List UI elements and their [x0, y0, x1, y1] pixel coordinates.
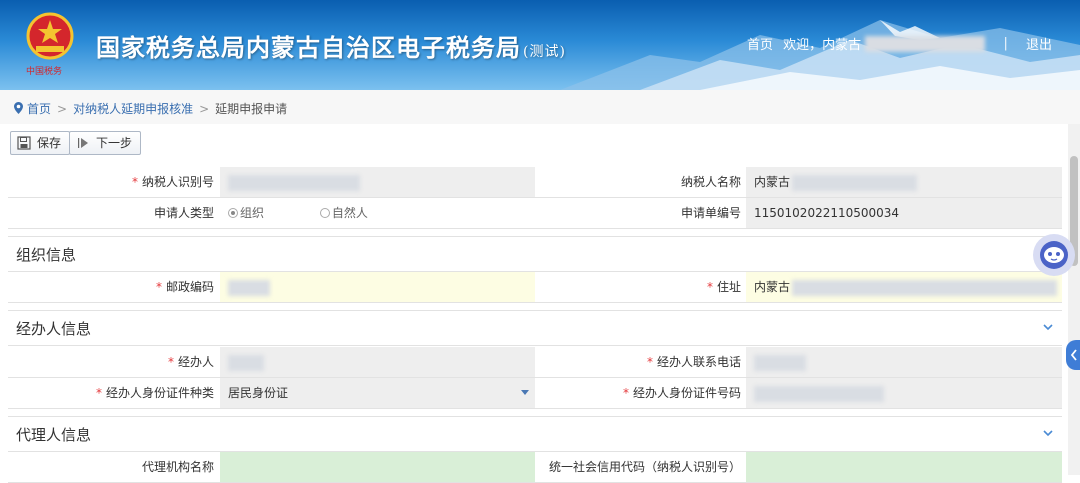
section-org-info: 组织信息: [8, 236, 1062, 272]
taxpayer-id-label: * 纳税人识别号: [8, 167, 214, 197]
handler-phone-field: [746, 347, 1062, 377]
tax-emblem-icon: 中国税务: [26, 12, 74, 77]
form-row-applicant: 申请人类型 组织 自然人 申请单编号 1150102022110500034: [8, 198, 1062, 229]
handler-id-type-select[interactable]: 居民身份证: [220, 378, 535, 408]
section-agent-info: 代理人信息: [8, 416, 1062, 452]
next-step-button[interactable]: 下一步: [69, 131, 142, 155]
logout-link[interactable]: 退出: [1026, 38, 1052, 53]
chevron-down-icon[interactable]: [1042, 427, 1054, 439]
section-handler-info: 经办人信息: [8, 310, 1062, 346]
location-pin-icon: [14, 102, 23, 114]
form-row-handler-id: * 经办人身份证件种类 居民身份证 * 经办人身份证件号码: [8, 378, 1062, 409]
handler-phone-label: * 经办人联系电话: [535, 347, 741, 377]
breadcrumb: 首页 > 对纳税人延期申报核准 > 延期申报申请: [0, 90, 1080, 125]
site-header: 中国税务 国家税务总局内蒙古自治区电子税务局 (测试) 首页 欢迎，内蒙古 | 退…: [0, 0, 1080, 90]
next-step-label: 下一步: [96, 136, 133, 150]
applicant-type-label: 申请人类型: [8, 198, 214, 228]
postcode-label: * 邮政编码: [8, 272, 214, 302]
applicant-type-radio-group: 组织 自然人: [220, 198, 535, 228]
section-agent-title: 代理人信息: [16, 426, 92, 444]
side-collapse-tab[interactable]: [1066, 340, 1080, 370]
username-blurred: [865, 35, 986, 52]
handler-name-field: [220, 347, 535, 377]
page-scrollbar[interactable]: [1068, 124, 1080, 475]
site-title-text: 国家税务总局内蒙古自治区电子税务局: [96, 33, 521, 62]
robot-assistant-button[interactable]: [1033, 234, 1075, 276]
section-handler-title: 经办人信息: [16, 320, 92, 338]
taxpayer-name-label: 纳税人名称: [535, 167, 741, 197]
agent-org-name-label: 代理机构名称: [8, 452, 214, 482]
nav-divider: |: [1003, 36, 1008, 51]
chevron-down-icon[interactable]: [1042, 321, 1054, 333]
application-no-label: 申请单编号: [535, 198, 741, 228]
agent-org-name-input[interactable]: [220, 452, 535, 482]
form-row-handler-name: * 经办人 * 经办人联系电话: [8, 347, 1062, 378]
agent-credit-code-label: 统一社会信用代码（纳税人识别号）: [535, 452, 741, 482]
postcode-input[interactable]: [220, 272, 535, 302]
save-button-label: 保存: [37, 136, 62, 150]
toolbar: 保存 下一步: [0, 124, 1068, 160]
handler-id-no-label: * 经办人身份证件号码: [535, 378, 741, 408]
save-icon: [17, 136, 31, 150]
welcome-text: 欢迎，内蒙古: [783, 38, 862, 53]
robot-assistant-icon: [1040, 241, 1068, 269]
breadcrumb-item-approval[interactable]: 对纳税人延期申报核准: [73, 102, 193, 116]
top-nav: 首页 欢迎，内蒙古 | 退出: [747, 34, 1052, 53]
form-row-agent: 代理机构名称 统一社会信用代码（纳税人识别号）: [8, 452, 1062, 483]
address-input[interactable]: 内蒙古: [746, 272, 1062, 302]
site-title-suffix: (测试): [523, 44, 566, 60]
form-row-org: * 邮政编码 * 住址 内蒙古: [8, 272, 1062, 303]
taxpayer-name-field: 内蒙古: [746, 167, 1062, 197]
breadcrumb-current: 延期申报申请: [215, 102, 288, 116]
svg-text:中国税务: 中国税务: [26, 65, 62, 77]
handler-id-no-field: [746, 378, 1062, 408]
dropdown-arrow-icon: [521, 390, 529, 395]
handler-name-label: * 经办人: [8, 347, 214, 377]
handler-id-type-label: * 经办人身份证件种类: [8, 378, 214, 408]
site-title: 国家税务总局内蒙古自治区电子税务局 (测试): [96, 28, 566, 63]
breadcrumb-separator: >: [57, 102, 68, 116]
address-label: * 住址: [535, 272, 741, 302]
section-org-title: 组织信息: [16, 246, 77, 264]
next-icon: [78, 138, 88, 148]
agent-credit-code-input[interactable]: [746, 452, 1062, 482]
application-no-field: 1150102022110500034: [746, 198, 1062, 228]
applicant-type-person-radio[interactable]: 自然人: [319, 206, 368, 220]
chevron-left-icon: [1070, 349, 1077, 361]
breadcrumb-separator: >: [199, 102, 210, 116]
applicant-type-org-radio[interactable]: 组织: [228, 206, 264, 220]
nav-home-link[interactable]: 首页: [747, 38, 773, 53]
save-button[interactable]: 保存: [10, 131, 71, 155]
form-row-taxpayer: * 纳税人识别号 纳税人名称 内蒙古: [8, 167, 1062, 198]
breadcrumb-home[interactable]: 首页: [27, 102, 51, 116]
taxpayer-id-field: [220, 167, 535, 197]
